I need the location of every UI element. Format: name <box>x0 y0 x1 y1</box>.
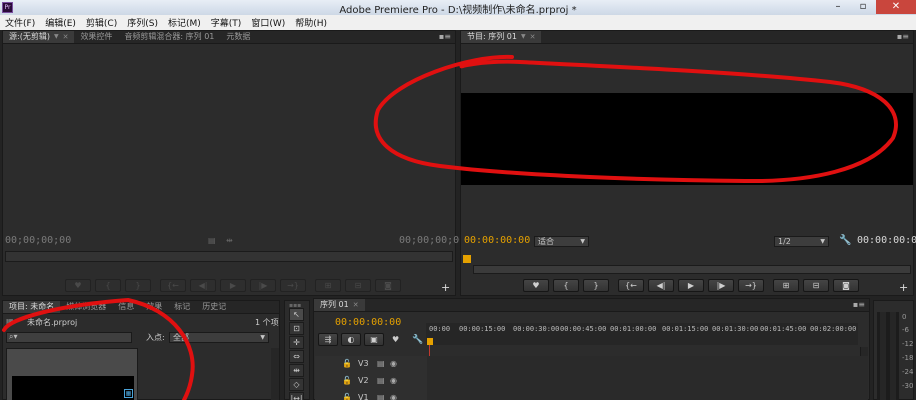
annotation-circle-project <box>2 298 195 400</box>
annotation-circle-program <box>373 54 898 184</box>
annotation-overlay <box>2 54 898 400</box>
